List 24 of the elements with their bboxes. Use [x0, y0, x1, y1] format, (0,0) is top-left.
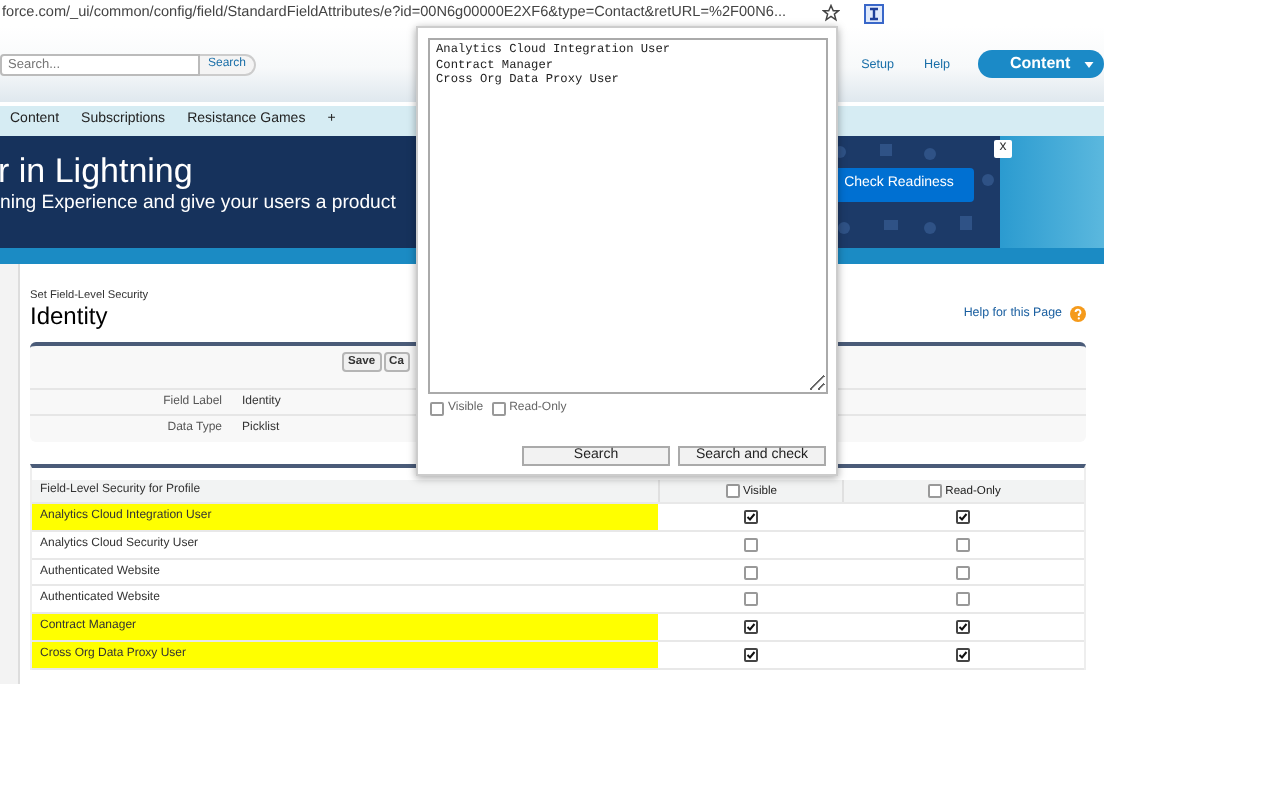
checkbox[interactable]	[956, 619, 970, 634]
checkbox[interactable]	[927, 484, 942, 499]
checkbox[interactable]	[743, 619, 757, 634]
checkbox[interactable]	[491, 402, 506, 416]
checkbox[interactable]	[956, 565, 970, 580]
extension-icon[interactable]	[864, 3, 885, 23]
checkbox[interactable]	[743, 537, 757, 552]
app-menu-button[interactable]: Content	[978, 50, 1104, 78]
checkbox[interactable]	[725, 484, 739, 499]
checkbox[interactable]	[743, 565, 757, 580]
checkbox[interactable]	[956, 510, 970, 525]
checkbox[interactable]	[956, 592, 970, 607]
checkbox[interactable]	[956, 647, 970, 662]
checkbox[interactable]	[743, 647, 757, 662]
banner-title: r in Lightning	[0, 152, 195, 192]
checkbox[interactable]	[430, 402, 444, 416]
star-icon[interactable]	[822, 4, 841, 22]
caret-icon	[1084, 61, 1094, 67]
banner-text: ning Experience and give your users a product	[0, 192, 398, 216]
checkbox[interactable]	[743, 510, 757, 525]
checkbox[interactable]	[743, 592, 757, 607]
checkbox[interactable]	[956, 537, 970, 552]
page-title: Identity	[30, 304, 110, 331]
help-icon[interactable]	[1070, 305, 1086, 322]
